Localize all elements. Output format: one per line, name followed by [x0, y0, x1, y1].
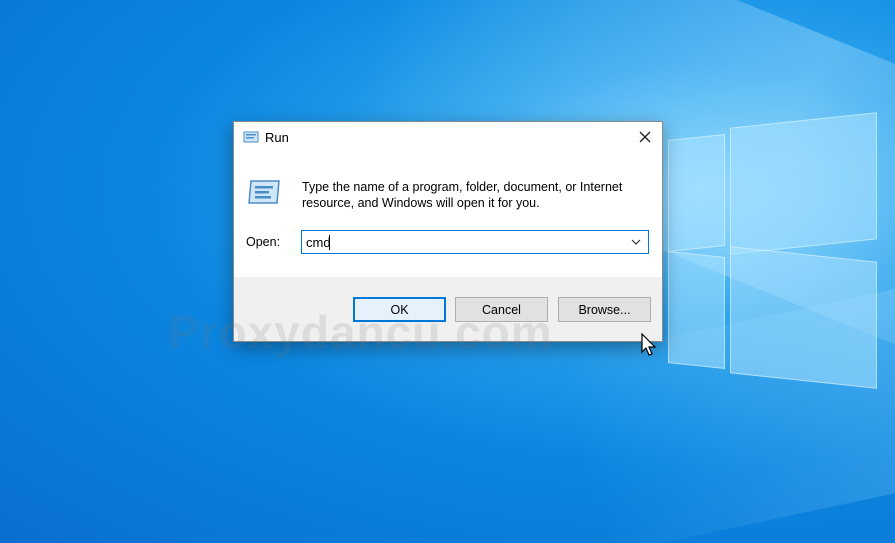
open-combobox[interactable]	[301, 230, 649, 254]
windows-logo-pane	[730, 112, 877, 255]
watermark: Proxydancu.com	[168, 306, 553, 358]
mouse-cursor-icon	[641, 333, 657, 356]
browse-button[interactable]: Browse...	[558, 297, 651, 322]
windows-logo-pane	[730, 246, 877, 389]
text-caret	[329, 235, 330, 250]
open-label: Open:	[246, 235, 281, 249]
close-button[interactable]	[628, 122, 662, 152]
dialog-title: Run	[265, 130, 289, 145]
title-bar[interactable]: Run	[234, 122, 662, 154]
dialog-description: Type the name of a program, folder, docu…	[302, 180, 623, 210]
windows-logo-pane	[668, 251, 725, 369]
windows-logo-pane	[668, 134, 725, 252]
close-icon	[639, 131, 651, 143]
dropdown-button[interactable]	[628, 233, 644, 251]
run-icon	[248, 180, 280, 204]
chevron-down-icon	[631, 239, 641, 245]
run-icon	[243, 131, 259, 143]
open-input[interactable]	[306, 233, 624, 251]
